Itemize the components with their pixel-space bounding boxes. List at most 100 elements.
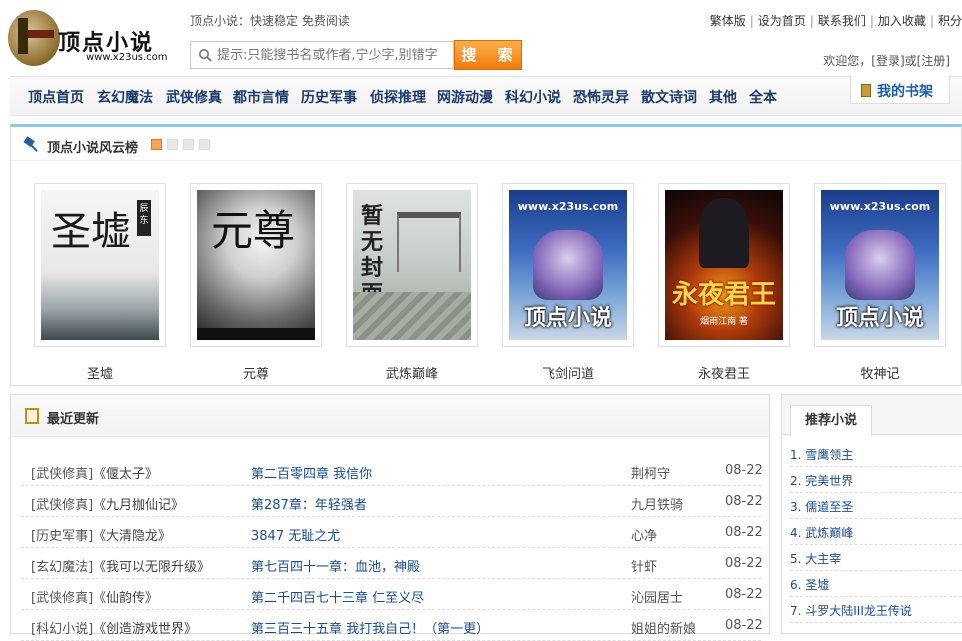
book-cover-frame[interactable]: www.x23us.com 顶点小说	[502, 183, 634, 347]
table-row: [历史军事] 《大清隐龙》 3847 无耻之尤 心净 08-22	[21, 517, 763, 548]
row-author[interactable]: 心净	[631, 525, 657, 544]
row-chapter-link[interactable]: 第287章：年轻强者	[251, 494, 367, 513]
row-book-title[interactable]: 《大清隐龙》	[93, 525, 171, 544]
row-date: 08-22	[725, 587, 763, 602]
separator: |	[749, 14, 754, 28]
pager-dot-3[interactable]	[183, 139, 194, 150]
row-category[interactable]: [武侠修真]	[31, 494, 93, 513]
ranking-book[interactable]: 永夜君王 烟雨江南 著 永夜君王	[658, 183, 790, 382]
ranking-book[interactable]: www.x23us.com 顶点小说 飞剑问道	[502, 183, 634, 382]
nav-item-zhentan[interactable]: 侦探推理	[370, 87, 426, 107]
book-name[interactable]: 武炼巅峰	[346, 363, 478, 382]
book-name[interactable]: 飞剑问道	[502, 363, 634, 382]
book-name[interactable]: 圣墟	[34, 363, 166, 382]
pin-icon	[23, 136, 38, 152]
site-logo[interactable]: 顶点小说 www.x23us.com	[8, 8, 178, 70]
list-item[interactable]: 7. 斗罗大陆III龙王传说	[790, 597, 962, 623]
points-link[interactable]: 积分	[938, 14, 962, 28]
ranking-book[interactable]: 暂无封面 武炼巅峰	[346, 183, 478, 382]
my-bookshelf-button[interactable]: 我的书架	[850, 76, 950, 104]
row-chapter-link[interactable]: 3847 无耻之尤	[251, 525, 340, 544]
nav-item-complete[interactable]: 全本	[749, 87, 777, 107]
book-name[interactable]: 元尊	[190, 363, 322, 382]
table-row: [武侠修真] 《偃太子》 第二百零四章 我信你 荆柯守 08-22	[21, 455, 763, 486]
list-item[interactable]: 5. 大主宰	[790, 545, 962, 571]
book-cover-frame[interactable]: 元尊	[190, 183, 322, 347]
ranking-title: 顶点小说风云榜	[47, 141, 139, 156]
nav-item-dushi[interactable]: 都市言情	[233, 87, 289, 107]
cover-figure	[533, 230, 603, 300]
nav-item-kongbu[interactable]: 恐怖灵异	[573, 87, 629, 107]
recent-updates-panel: 最近更新 [武侠修真] 《偃太子》 第二百零四章 我信你 荆柯守 08-22 […	[10, 394, 770, 641]
row-category[interactable]: [武侠修真]	[31, 463, 93, 482]
list-item[interactable]: 4. 武炼巅峰	[790, 519, 962, 545]
row-chapter-link[interactable]: 第二百零四章 我信你	[251, 463, 372, 482]
ranking-header: 顶点小说风云榜	[11, 127, 961, 161]
pager-dot-4[interactable]	[199, 139, 210, 150]
recent-updates-header: 最近更新	[11, 395, 769, 437]
row-author[interactable]: 九月铁骑	[631, 494, 683, 513]
book-cover-frame[interactable]: 永夜君王 烟雨江南 著	[658, 183, 790, 347]
table-row: [玄幻魔法] 《我可以无限升级》 第七百四十一章：血池，神殿 针虾 08-22	[21, 548, 763, 579]
row-chapter-link[interactable]: 第三百三十五章 我打我自己！（第一更）	[251, 618, 489, 637]
row-book-title[interactable]: 《创造游戏世界》	[93, 618, 197, 637]
main-nav: 顶点首页 玄幻魔法 武侠修真 都市言情 历史军事 侦探推理 网游动漫 科幻小说 …	[10, 76, 962, 116]
cover-brand-text: 顶点小说	[835, 306, 924, 331]
row-book-title[interactable]: 《九月枷仙记》	[93, 494, 184, 513]
ranking-book[interactable]: 圣墟 辰东 圣墟	[34, 183, 166, 382]
nav-item-wangyou[interactable]: 网游动漫	[437, 87, 493, 107]
row-book-title[interactable]: 《仙韵传》	[93, 587, 158, 606]
book-cover-frame[interactable]: www.x23us.com 顶点小说	[814, 183, 946, 347]
list-item[interactable]: 1. 雪鹰领主	[790, 441, 962, 467]
site-slogan: 顶点小说：快速稳定 免费阅读	[190, 14, 350, 28]
header: 顶点小说 www.x23us.com 顶点小说：快速稳定 免费阅读 搜 索 繁体…	[0, 0, 962, 76]
row-date: 08-22	[725, 556, 763, 571]
welcome-login[interactable]: 欢迎您，[登录]或[注册]	[823, 52, 950, 69]
list-item[interactable]: 2. 完美世界	[790, 467, 962, 493]
row-chapter-link[interactable]: 第七百四十一章：血池，神殿	[251, 556, 420, 575]
row-book-title[interactable]: 《偃太子》	[93, 463, 158, 482]
row-category[interactable]: [武侠修真]	[31, 587, 93, 606]
cover-brand-text: 顶点小说	[523, 306, 612, 331]
row-category[interactable]: [历史军事]	[31, 525, 93, 544]
nav-item-xuanhuan[interactable]: 玄幻魔法	[97, 87, 153, 107]
nav-item-sanwen[interactable]: 散文诗词	[641, 87, 697, 107]
ranking-panel: 顶点小说风云榜 圣墟 辰东 圣墟 元尊 元尊 暂无封面	[10, 124, 962, 386]
book-cover-frame[interactable]: 暂无封面	[346, 183, 478, 347]
list-item[interactable]: 3. 儒道至圣	[790, 493, 962, 519]
nav-item-kehuan[interactable]: 科幻小说	[505, 87, 561, 107]
nav-item-lishi[interactable]: 历史军事	[301, 87, 357, 107]
search-input[interactable]	[217, 45, 451, 65]
contact-us-link[interactable]: 联系我们	[818, 14, 866, 28]
tab-recommend[interactable]: 推荐小说	[790, 405, 872, 436]
book-cover-frame[interactable]: 圣墟 辰东	[34, 183, 166, 347]
table-row: [科幻小说] 《创造游戏世界》 第三百三十五章 我打我自己！（第一更） 姐姐的新…	[21, 610, 763, 641]
cover-title-text: 永夜君王	[671, 280, 776, 310]
row-author[interactable]: 针虾	[631, 556, 657, 575]
row-author[interactable]: 荆柯守	[631, 463, 670, 482]
book-name[interactable]: 永夜君王	[658, 363, 790, 382]
add-favorite-link[interactable]: 加入收藏	[878, 14, 926, 28]
book-name[interactable]: 牧神记	[814, 363, 946, 382]
row-book-title[interactable]: 《我可以无限升级》	[93, 556, 210, 575]
row-author[interactable]: 沁园居士	[631, 587, 683, 606]
pager-dot-2[interactable]	[167, 139, 178, 150]
row-chapter-link[interactable]: 第二千四百七十三章 仁至义尽	[251, 587, 424, 606]
pager-dot-1[interactable]	[151, 139, 162, 150]
search-button[interactable]: 搜 索	[454, 40, 522, 70]
ranking-pager	[151, 139, 215, 153]
nav-item-other[interactable]: 其他	[709, 87, 737, 107]
row-category[interactable]: [玄幻魔法]	[31, 556, 93, 575]
row-category[interactable]: [科幻小说]	[31, 618, 93, 637]
ranking-book[interactable]: 元尊 元尊	[190, 183, 322, 382]
cover-title-text: 圣墟	[51, 209, 131, 255]
book-cover-image: www.x23us.com 顶点小说	[821, 190, 939, 340]
list-item[interactable]: 6. 圣墟	[790, 571, 962, 597]
set-homepage-link[interactable]: 设为首页	[758, 14, 806, 28]
nav-item-home[interactable]: 顶点首页	[28, 87, 84, 107]
ranking-book[interactable]: www.x23us.com 顶点小说 牧神记	[814, 183, 946, 382]
traditional-chinese-link[interactable]: 繁体版	[710, 14, 746, 28]
row-author[interactable]: 姐姐的新娘	[631, 618, 696, 637]
nav-item-wuxia[interactable]: 武侠修真	[166, 87, 222, 107]
table-row: [武侠修真] 《九月枷仙记》 第287章：年轻强者 九月铁骑 08-22	[21, 486, 763, 517]
